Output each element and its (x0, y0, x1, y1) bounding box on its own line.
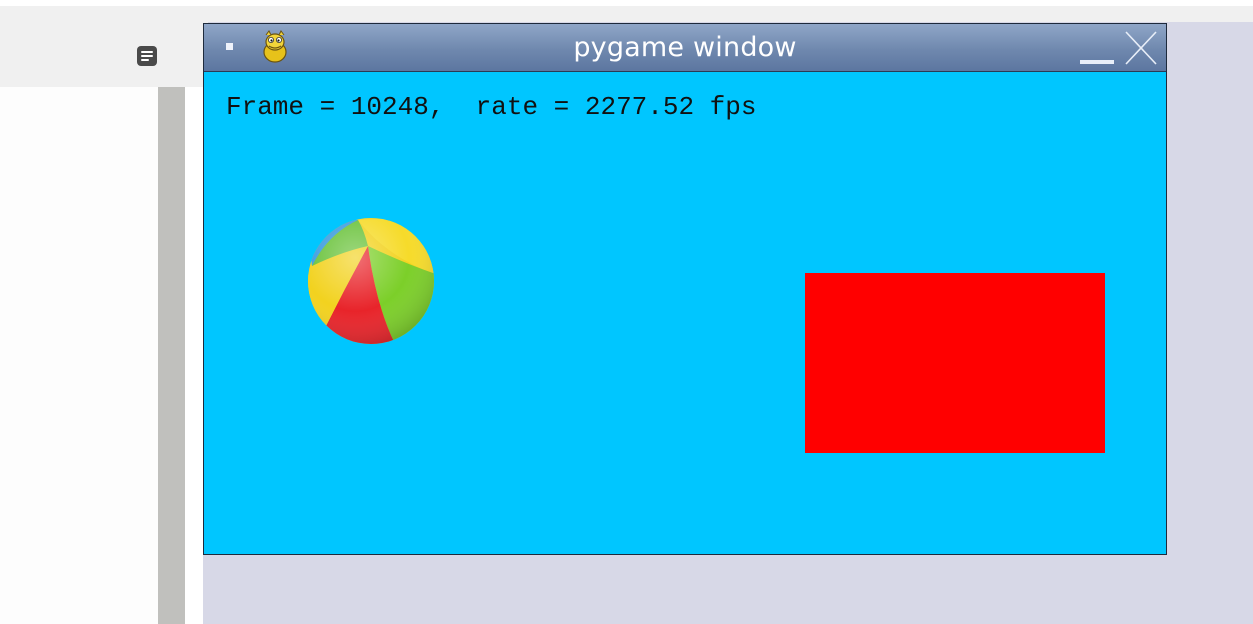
game-canvas[interactable]: Frame = 10248, rate = 2277.52 fps (204, 72, 1166, 554)
pygame-window: pygame window Frame = 10248, rate = 2277… (203, 23, 1167, 555)
minimize-icon[interactable] (1080, 60, 1114, 64)
beach-ball (308, 218, 434, 344)
frame-rate-readout: Frame = 10248, rate = 2277.52 fps (226, 92, 757, 122)
window-title: pygame window (573, 32, 797, 63)
panel-gap (185, 87, 203, 624)
desktop: pygame window Frame = 10248, rate = 2277… (0, 0, 1253, 624)
hamburger-menu-icon[interactable] (137, 46, 157, 66)
red-rectangle (805, 273, 1105, 453)
window-titlebar[interactable]: pygame window (204, 24, 1166, 72)
close-icon[interactable] (1122, 28, 1160, 68)
vertical-scrollbar[interactable] (158, 87, 185, 624)
top-bar-left (0, 6, 208, 87)
top-bar-middle (208, 6, 1166, 22)
side-panel (0, 87, 158, 624)
top-bar-right (1166, 6, 1253, 22)
